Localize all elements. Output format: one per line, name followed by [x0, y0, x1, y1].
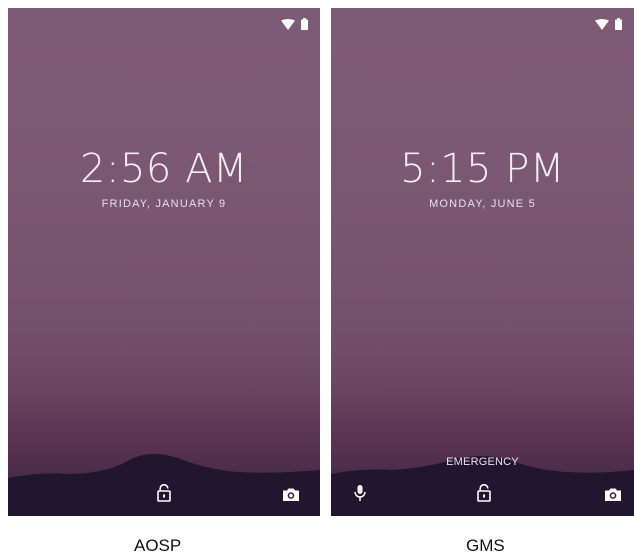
clock-time: 2:56 AM	[80, 146, 248, 192]
wifi-icon	[281, 18, 295, 30]
clock-time: 5:15 PM	[400, 146, 565, 192]
battery-icon	[301, 18, 308, 30]
status-bar	[595, 18, 622, 30]
lock-icon[interactable]	[477, 484, 491, 502]
lockscreen-aosp: 2:56 AM FRIDAY, JANUARY 9	[8, 8, 320, 516]
camera-icon[interactable]	[282, 487, 300, 502]
battery-icon	[615, 18, 622, 30]
camera-icon[interactable]	[604, 487, 622, 502]
emergency-button[interactable]: EMERGENCY	[331, 456, 634, 468]
caption-gms: GMS	[466, 536, 505, 555]
hills-silhouette	[8, 444, 320, 516]
clock-date: MONDAY, JUNE 5	[429, 198, 536, 210]
hills-silhouette	[331, 444, 634, 516]
lock-icon[interactable]	[157, 484, 171, 502]
clock-date: FRIDAY, JANUARY 9	[101, 198, 227, 210]
microphone-icon[interactable]	[354, 484, 366, 502]
caption-aosp: AOSP	[134, 536, 182, 555]
status-bar	[281, 18, 308, 30]
lockscreen-gms: 5:15 PM MONDAY, JUNE 5 EMERGENCY	[331, 8, 634, 516]
wifi-icon	[595, 18, 609, 30]
